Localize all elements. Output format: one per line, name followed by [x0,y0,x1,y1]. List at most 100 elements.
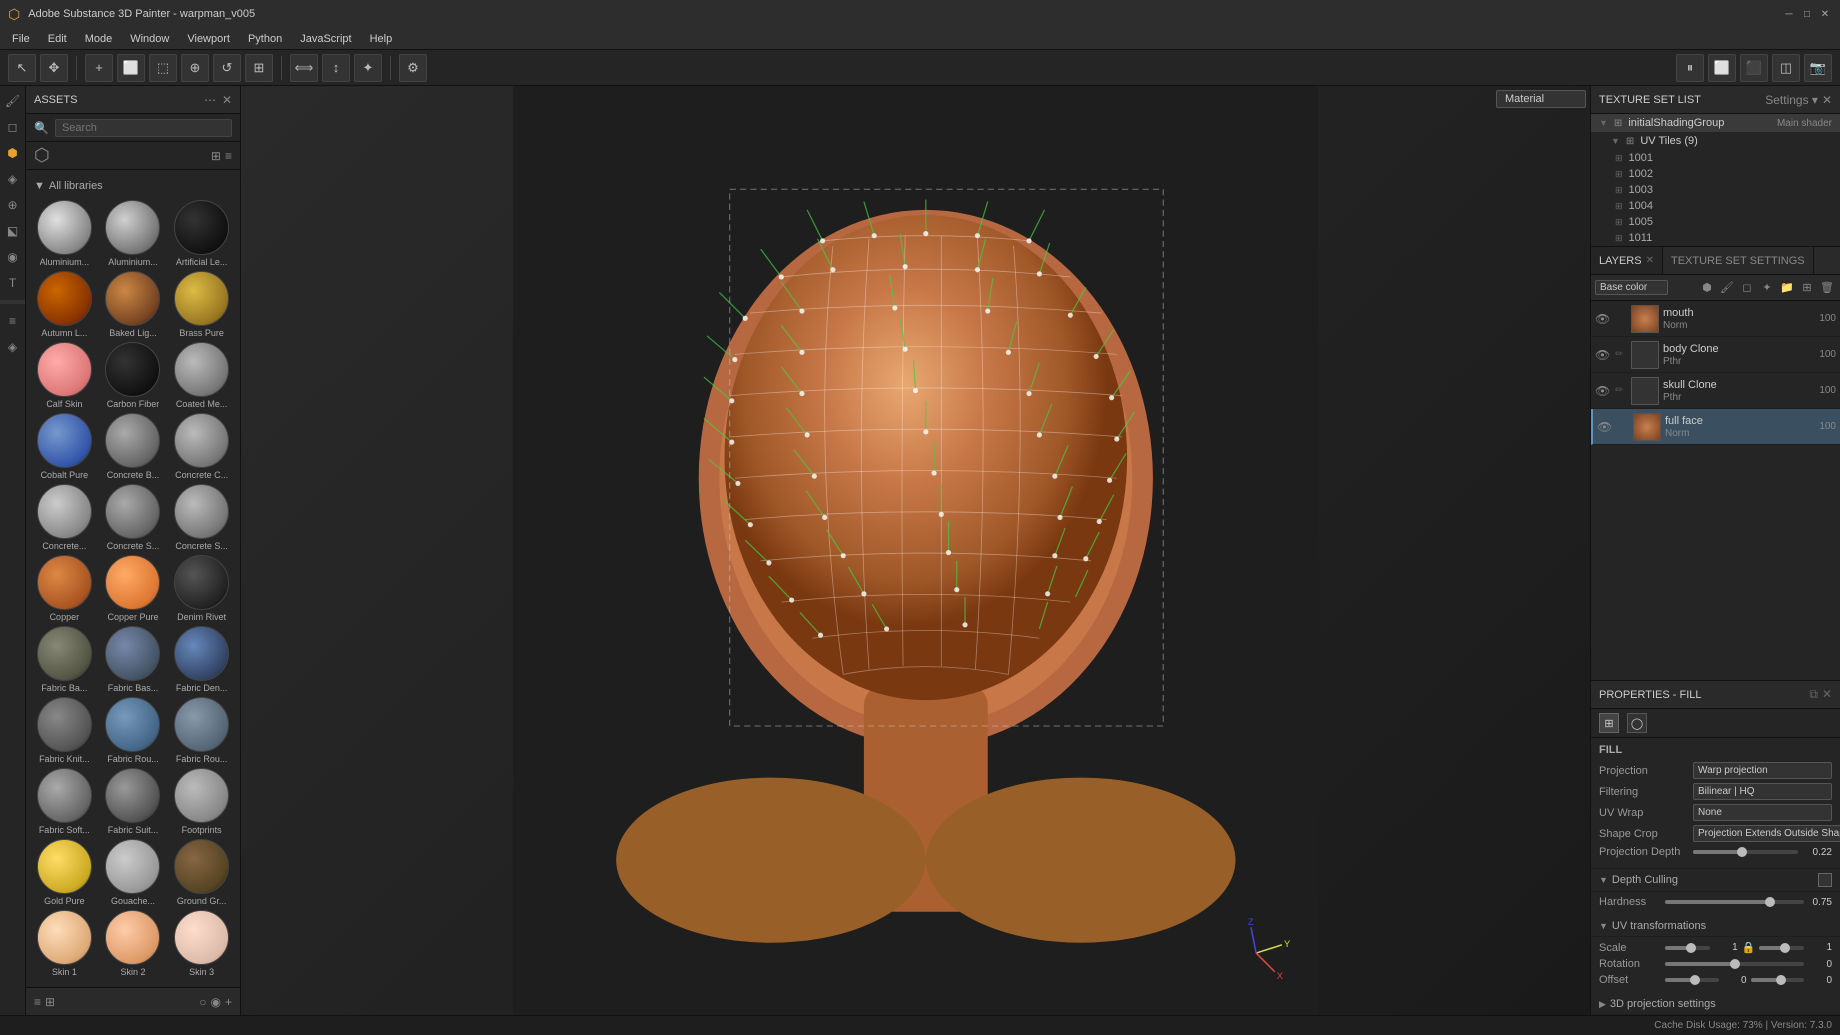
shape-crop-select[interactable]: Projection Extends Outside Shape [1693,825,1840,842]
assets-options-icon[interactable]: ⋯ [204,93,216,107]
tool-clone[interactable]: ⊕ [2,194,24,216]
props-close-icon[interactable]: ✕ [1822,687,1832,702]
layer-row-full-face[interactable]: 👁 full face Norm 100 [1591,409,1840,445]
material-item[interactable]: Concrete S... [101,484,166,551]
menu-mode[interactable]: Mode [77,31,121,47]
add-tool[interactable]: + [85,54,113,82]
props-tab-fill-icon[interactable]: ⊞ [1599,713,1619,733]
tool-fill[interactable]: ⬢ [2,142,24,164]
tile-row[interactable]: ⊞ 1004 [1591,198,1840,214]
uv-transform-header[interactable]: ▼ UV transformations [1591,916,1840,937]
menu-window[interactable]: Window [122,31,177,47]
material-item[interactable]: Aluminium... [101,200,166,267]
material-item[interactable]: Copper [32,555,97,622]
material-item[interactable]: Ground Gr... [169,839,234,906]
layer-vis-body[interactable]: 👁 [1595,348,1611,362]
uv-tiles-row[interactable]: ▼ ⊞ UV Tiles (9) [1591,132,1840,150]
menu-help[interactable]: Help [362,31,401,47]
layer-row-mouth[interactable]: 👁 mouth Norm 100 [1591,301,1840,337]
tile-row[interactable]: ⊞ 1005 [1591,214,1840,230]
search-input[interactable] [55,119,232,137]
render-camera[interactable]: 📷 [1804,54,1832,82]
material-item[interactable]: Skin 3 [169,910,234,977]
material-item[interactable]: Copper Pure [101,555,166,622]
material-item[interactable]: Gouache... [101,839,166,906]
material-item[interactable]: Concrete C... [169,413,234,480]
settings-tool[interactable]: ⚙ [399,54,427,82]
mirror-tool[interactable]: ↕ [322,54,350,82]
depth-culling-checkbox[interactable] [1818,873,1832,887]
layer-duplicate[interactable]: ⊞ [1798,279,1816,297]
material-item[interactable]: Concrete... [32,484,97,551]
minimize-button[interactable]: ─ [1782,7,1796,21]
projection-select[interactable]: Warp projection UV projection Planar Sph… [1693,762,1832,779]
assets-close-icon[interactable]: ✕ [222,93,232,107]
close-button[interactable]: ✕ [1818,7,1832,21]
tsl-close-icon[interactable]: ✕ [1822,93,1832,107]
shading-group-row[interactable]: ▼ ⊞ initialShadingGroup Main shader [1591,114,1840,132]
rotation-slider[interactable] [1665,962,1804,966]
material-item[interactable]: Artificial Le... [169,200,234,267]
maximize-button[interactable]: □ [1800,7,1814,21]
grid-view-icon[interactable]: ⊞ [211,149,221,163]
circle-icon[interactable]: ◉ [211,995,221,1009]
material-item[interactable]: Footprints [169,768,234,835]
projection-depth-slider[interactable] [1693,850,1798,854]
material-item[interactable]: Concrete S... [169,484,234,551]
layer-add-folder[interactable]: 📁 [1778,279,1796,297]
assets-list-icon[interactable]: ≡ [34,995,41,1009]
layer-row-body-clone[interactable]: 👁 ✏ body Clone Pthr 100 [1591,337,1840,373]
props-tab-mat-icon[interactable]: ◯ [1627,713,1647,733]
tool-smudge[interactable]: ◈ [2,168,24,190]
rotate-tool[interactable]: ↺ [213,54,241,82]
layer-vis-face[interactable]: 👁 [1597,420,1613,434]
layer-delete[interactable]: 🗑 [1818,279,1836,297]
render-split[interactable]: ◫ [1772,54,1800,82]
layer-vis-skull[interactable]: 👁 [1595,384,1611,398]
material-item[interactable]: Calf Skin [32,342,97,409]
tile-row[interactable]: ⊞ 1001 [1591,150,1840,166]
material-item[interactable]: Baked Lig... [101,271,166,338]
lock-icon[interactable]: 🔒 [1742,941,1756,954]
render-2d[interactable]: ⬜ [1708,54,1736,82]
assets-grid-icon[interactable]: ⊞ [45,995,55,1009]
material-item[interactable]: Skin 1 [32,910,97,977]
tab-texture-set-settings[interactable]: TEXTURE SET SETTINGS [1663,247,1814,274]
menu-viewport[interactable]: Viewport [179,31,238,47]
layer-add-fill[interactable]: ⬢ [1698,279,1716,297]
library-header[interactable]: ▼ All libraries [32,176,234,196]
channel-select[interactable]: Base color Roughness Metallic Normal Hei… [1595,280,1668,295]
new-material-icon[interactable]: ○ [199,995,206,1009]
projection-settings-header[interactable]: ▶ 3D projection settings [1591,994,1840,1015]
viewport[interactable]: Material Albedo Roughness Metallic Norma… [241,86,1590,1015]
material-item[interactable]: Coated Me... [169,342,234,409]
layers-tab-close[interactable]: ✕ [1646,255,1654,266]
filtering-select[interactable]: Bilinear | HQ Nearest Bilinear [1693,783,1832,800]
material-item[interactable]: Fabric Bas... [101,626,166,693]
material-item[interactable]: Fabric Soft... [32,768,97,835]
material-item[interactable]: Fabric Rou... [101,697,166,764]
layer-add-mask[interactable]: ◻ [1738,279,1756,297]
layer-vis-mouth[interactable]: 👁 [1595,312,1611,326]
layer-add-paint[interactable]: 🖌 [1718,279,1736,297]
select-region[interactable]: ⬚ [149,54,177,82]
tool-select[interactable]: ⬕ [2,220,24,242]
material-item[interactable]: Fabric Rou... [169,697,234,764]
tile-row[interactable]: ⊞ 1003 [1591,182,1840,198]
menu-file[interactable]: File [4,31,38,47]
tool-mask[interactable]: ◉ [2,246,24,268]
transform-tool[interactable]: ✥ [40,54,68,82]
material-item[interactable]: Cobalt Pure [32,413,97,480]
material-item[interactable]: Fabric Suit... [101,768,166,835]
tool-erase[interactable]: ◻ [2,116,24,138]
symmetry-tool[interactable]: ⟺ [290,54,318,82]
wrap-tool[interactable]: ✦ [354,54,382,82]
select-tool[interactable]: ↖ [8,54,36,82]
list-view-icon[interactable]: ≡ [225,149,232,163]
material-item[interactable]: Fabric Den... [169,626,234,693]
layer-row-skull-clone[interactable]: 👁 ✏ skull Clone Pthr 100 [1591,373,1840,409]
scale-slider-1[interactable] [1665,946,1710,950]
tool-extra[interactable]: ◈ [2,336,24,358]
layer-add-effect[interactable]: ✦ [1758,279,1776,297]
menu-edit[interactable]: Edit [40,31,75,47]
